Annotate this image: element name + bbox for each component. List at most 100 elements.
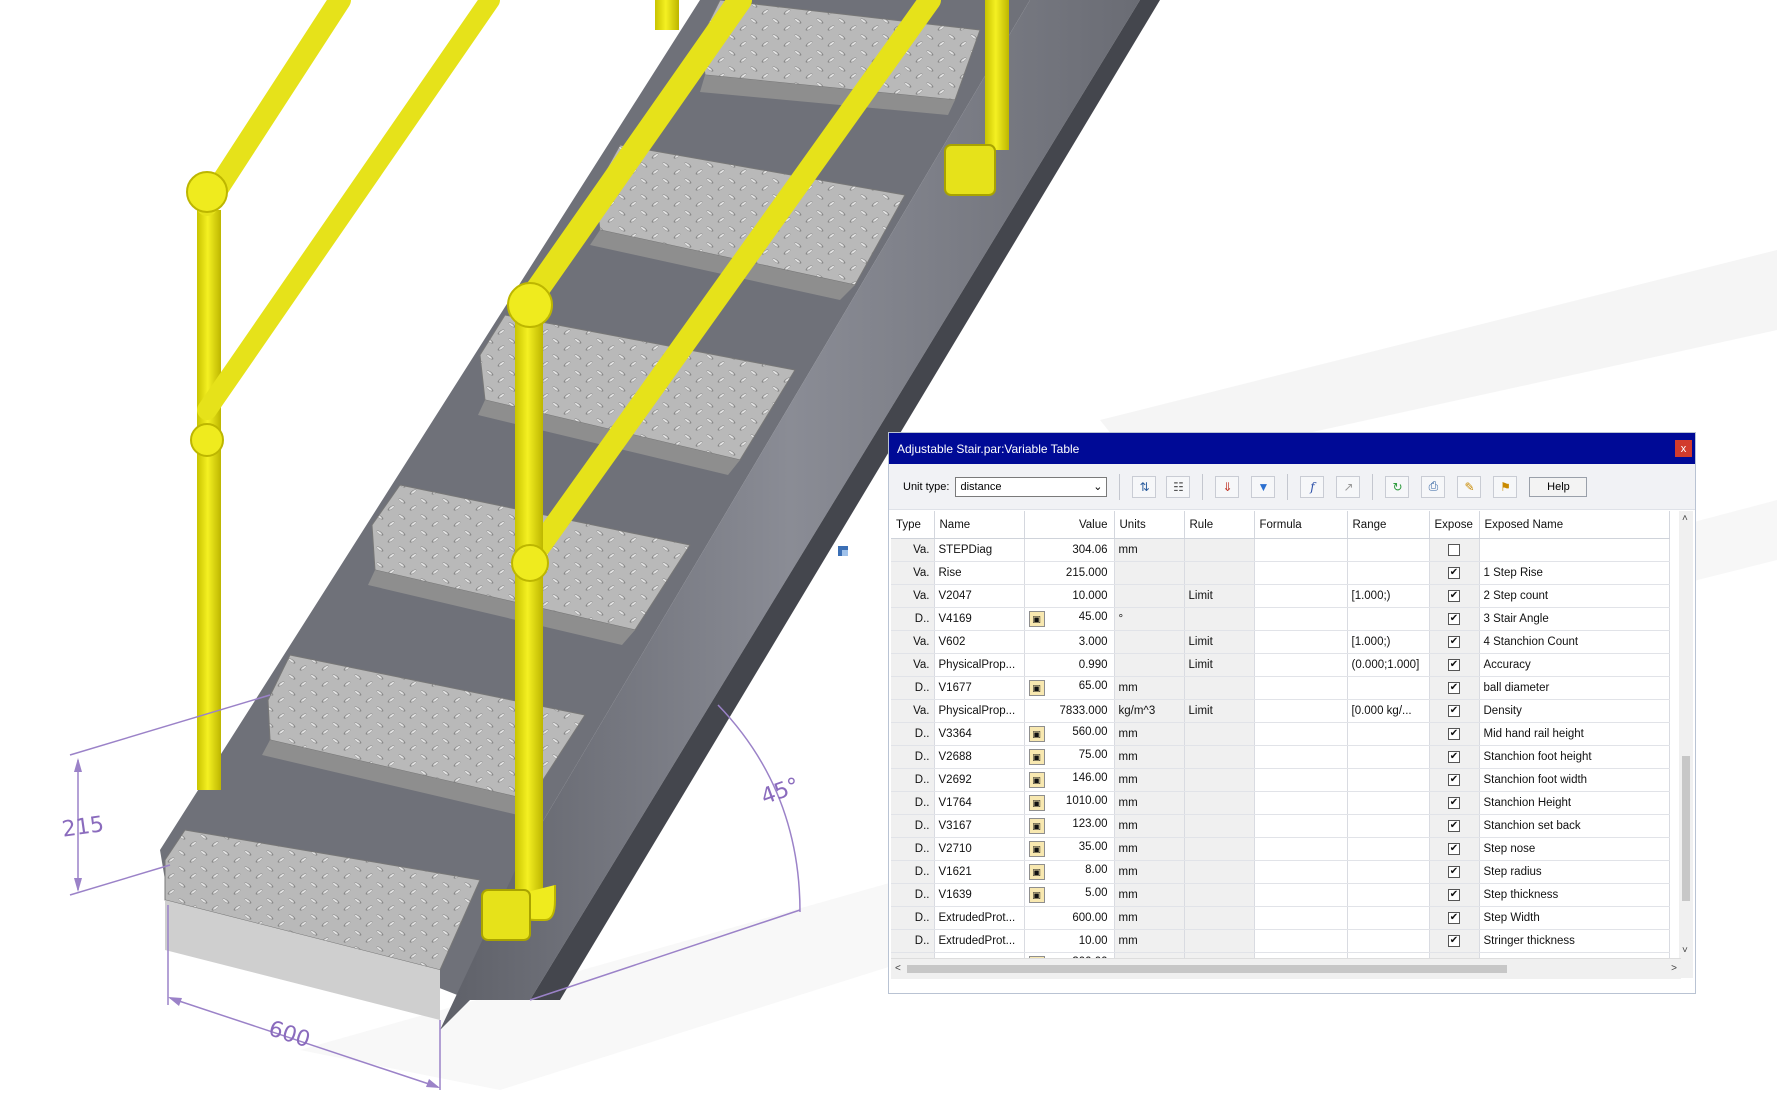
type-cell[interactable]: D.. (891, 745, 935, 769)
checked-checkbox-icon[interactable]: ✔ (1448, 750, 1460, 763)
range-cell[interactable] (1347, 814, 1430, 838)
name-cell[interactable]: ExtrudedProt... (934, 929, 1025, 953)
units-cell[interactable]: mm (1114, 722, 1185, 746)
formula-cell[interactable] (1254, 699, 1348, 723)
formula-cell[interactable] (1254, 745, 1348, 769)
unchecked-checkbox-icon[interactable] (1448, 543, 1460, 556)
expose-cell[interactable]: ✔ (1429, 883, 1480, 907)
units-cell[interactable] (1114, 630, 1185, 654)
variable-table-window[interactable]: Adjustable Stair.par:Variable Table x Un… (888, 432, 1696, 994)
range-cell[interactable] (1347, 607, 1430, 631)
formula-cell[interactable] (1254, 860, 1348, 884)
lock-icon[interactable]: ▣ (1028, 772, 1045, 788)
type-cell[interactable]: Va. (891, 584, 935, 608)
name-cell[interactable]: V602 (934, 630, 1025, 654)
exposed-name-cell[interactable] (1479, 538, 1670, 562)
expose-cell[interactable]: ✔ (1429, 699, 1480, 723)
name-cell[interactable]: V1677 (934, 676, 1025, 700)
expose-cell[interactable]: ✔ (1429, 561, 1480, 585)
range-cell[interactable] (1347, 860, 1430, 884)
checked-checkbox-icon[interactable]: ✔ (1448, 842, 1460, 855)
formula-cell[interactable] (1254, 584, 1348, 608)
exposed-name-cell[interactable]: Stanchion foot width (1479, 768, 1670, 792)
type-cell[interactable]: D.. (891, 883, 935, 907)
exposed-name-cell[interactable]: Stanchion set back (1479, 814, 1670, 838)
units-cell[interactable] (1114, 561, 1185, 585)
exposed-name-cell[interactable]: Step thickness (1479, 883, 1670, 907)
table-row[interactable]: D.. V3167 ▣ 123.00 mm ✔ Stanchion set back (891, 814, 1670, 838)
formula-cell[interactable] (1254, 837, 1348, 861)
name-cell[interactable]: V4169 (934, 607, 1025, 631)
rule-cell[interactable] (1184, 814, 1255, 838)
value-cell[interactable]: ▣ 75.00 (1024, 745, 1115, 769)
lock-icon[interactable]: ▣ (1028, 749, 1045, 765)
exposed-name-cell[interactable]: Stringer thickness (1479, 929, 1670, 953)
name-cell[interactable]: V1764 (934, 791, 1025, 815)
table-row[interactable]: D.. V1639 ▣ 5.00 mm ✔ Step thickness (891, 883, 1670, 907)
scroll-thumb[interactable] (1682, 756, 1690, 901)
exposed-name-cell[interactable]: 2 Step count (1479, 584, 1670, 608)
scroll-left-icon[interactable]: ˂ (895, 963, 901, 974)
value-cell[interactable]: 215.000 (1024, 561, 1115, 585)
type-cell[interactable]: D.. (891, 814, 935, 838)
rule-cell[interactable] (1184, 929, 1255, 953)
formula-cell[interactable] (1254, 676, 1348, 700)
range-cell[interactable] (1347, 906, 1430, 930)
units-cell[interactable]: mm (1114, 837, 1185, 861)
range-cell[interactable] (1347, 538, 1430, 562)
value-cell[interactable]: 10.00 (1024, 929, 1115, 953)
tree-view-icon[interactable]: ☷ (1166, 475, 1191, 498)
type-cell[interactable]: Va. (891, 653, 935, 677)
units-cell[interactable]: mm (1114, 860, 1185, 884)
exposed-name-cell[interactable]: Accuracy (1479, 653, 1670, 677)
help-button[interactable]: Help (1529, 476, 1588, 497)
name-cell[interactable]: ExtrudedProt... (934, 906, 1025, 930)
table-row[interactable]: Va. Rise 215.000 ✔ 1 Step Rise (891, 561, 1670, 585)
graph-icon[interactable]: ↗ (1336, 475, 1361, 498)
exposed-name-cell[interactable]: Step nose (1479, 837, 1670, 861)
units-cell[interactable]: mm (1114, 745, 1185, 769)
sort-icon[interactable]: ⇅ (1132, 475, 1157, 498)
rule-cell[interactable] (1184, 676, 1255, 700)
formula-cell[interactable] (1254, 791, 1348, 815)
checked-checkbox-icon[interactable]: ✔ (1448, 934, 1460, 947)
formula-cell[interactable] (1254, 929, 1348, 953)
lock-icon[interactable]: ▣ (1028, 864, 1045, 880)
checked-checkbox-icon[interactable]: ✔ (1448, 589, 1460, 602)
column-header[interactable]: Name (934, 511, 1025, 539)
checked-checkbox-icon[interactable]: ✔ (1448, 658, 1460, 671)
range-cell[interactable] (1347, 722, 1430, 746)
horizontal-scrollbar[interactable]: ˂ ˃ (891, 958, 1681, 979)
units-cell[interactable]: mm (1114, 676, 1185, 700)
value-cell[interactable]: ▣ 146.00 (1024, 768, 1115, 792)
table-row[interactable]: Va. PhysicalProp... 0.990 Limit (0.000;1.000… (891, 653, 1670, 677)
rule-cell[interactable]: Limit (1184, 584, 1255, 608)
exposed-name-cell[interactable]: ball diameter (1479, 676, 1670, 700)
exposed-name-cell[interactable]: Density (1479, 699, 1670, 723)
column-header[interactable]: Units (1114, 511, 1185, 539)
expose-cell[interactable]: ✔ (1429, 814, 1480, 838)
range-cell[interactable]: [0.000 kg/... (1347, 699, 1430, 723)
expose-cell[interactable]: ✔ (1429, 906, 1480, 930)
import-icon[interactable]: ⚑ (1493, 475, 1518, 498)
width-dimension-label[interactable]: 600 (265, 1016, 313, 1053)
range-cell[interactable] (1347, 768, 1430, 792)
rule-cell[interactable] (1184, 860, 1255, 884)
exposed-name-cell[interactable]: Step radius (1479, 860, 1670, 884)
exposed-name-cell[interactable]: Stanchion Height (1479, 791, 1670, 815)
rule-cell[interactable] (1184, 791, 1255, 815)
range-cell[interactable] (1347, 929, 1430, 953)
lock-icon[interactable]: ▣ (1028, 680, 1045, 696)
value-cell[interactable]: 600.00 (1024, 906, 1115, 930)
rule-cell[interactable] (1184, 607, 1255, 631)
column-header[interactable]: Type (891, 511, 935, 539)
value-cell[interactable]: ▣ 560.00 (1024, 722, 1115, 746)
formula-cell[interactable] (1254, 906, 1348, 930)
range-cell[interactable] (1347, 745, 1430, 769)
exposed-name-cell[interactable]: 1 Step Rise (1479, 561, 1670, 585)
table-row[interactable]: Va. V2047 10.000 Limit [1.000;) ✔ 2 Step count (891, 584, 1670, 608)
checked-checkbox-icon[interactable]: ✔ (1448, 566, 1460, 579)
value-cell[interactable]: 0.990 (1024, 653, 1115, 677)
formula-cell[interactable] (1254, 722, 1348, 746)
range-cell[interactable]: [1.000;) (1347, 584, 1430, 608)
